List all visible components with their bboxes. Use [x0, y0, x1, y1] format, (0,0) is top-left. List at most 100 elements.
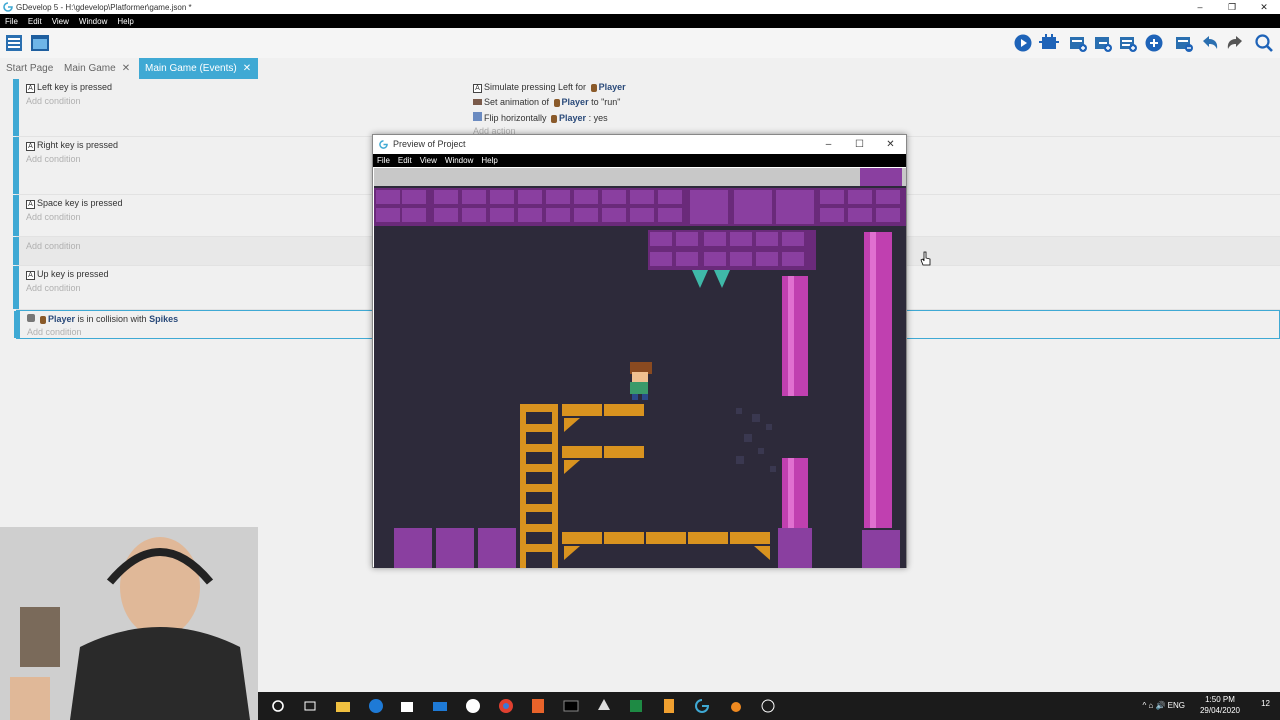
key-name: Up [37, 269, 49, 279]
windows-taskbar: ^ ⌂ 🔊 ENG 1:50 PM 29/04/2020 12 [258, 692, 1280, 720]
preview-close-button[interactable]: ✕ [875, 135, 906, 154]
restore-button[interactable]: ❐ [1216, 0, 1248, 14]
add-subevent-icon[interactable] [1092, 32, 1114, 54]
debugger-icon[interactable] [1038, 32, 1060, 54]
action-set-animation[interactable]: Set animation of Player to "run" [473, 97, 620, 107]
event-handle[interactable] [13, 237, 19, 265]
event-handle[interactable] [14, 311, 20, 338]
preview-menu-edit[interactable]: Edit [394, 156, 416, 165]
close-tab-icon[interactable]: ✕ [243, 63, 251, 74]
add-event-icon[interactable] [1067, 32, 1089, 54]
webcam-image [0, 527, 258, 720]
condition-space-key[interactable]: A Space key is pressed [26, 198, 123, 209]
menu-window[interactable]: Window [74, 17, 112, 26]
player-icon [553, 98, 560, 107]
tab-label: Main Game [64, 63, 116, 74]
add-condition-link[interactable]: Add condition [26, 96, 81, 106]
collision-icon [27, 314, 35, 322]
condition-right-key[interactable]: A Right key is pressed [26, 140, 118, 151]
preview-menu-bar: File Edit View Window Help [373, 154, 906, 167]
blender-icon[interactable] [727, 698, 743, 714]
add-condition-link[interactable]: Add condition [26, 154, 81, 164]
preview-maximize-button[interactable]: ☐ [844, 135, 875, 154]
event-left-key[interactable]: A Left key is pressed Add condition A Simu… [13, 79, 1280, 137]
add-more-icon[interactable] [1143, 32, 1165, 54]
event-handle[interactable] [13, 79, 19, 136]
delete-event-icon[interactable] [1173, 32, 1195, 54]
top-strip [374, 168, 906, 186]
store-icon[interactable] [399, 698, 415, 714]
condition-up-key[interactable]: A Up key is pressed [26, 269, 109, 280]
action-text: Simulate pressing Left for [484, 82, 589, 92]
menu-help[interactable]: Help [112, 17, 138, 26]
player-character [630, 362, 652, 400]
preview-window[interactable]: Preview of Project – ☐ ✕ File Edit View … [372, 134, 907, 568]
app-title-bar: GDevelop 5 - H:\gdevelop\Platformer\game… [0, 0, 1280, 14]
undo-icon[interactable] [1199, 32, 1221, 54]
gdevelop-icon[interactable] [694, 698, 710, 714]
xbox-icon[interactable] [465, 698, 481, 714]
scene-icon[interactable] [29, 32, 51, 54]
tab-start-page[interactable]: Start Page [0, 58, 59, 79]
menu-bar: File Edit View Window Help [0, 14, 1280, 28]
tab-main-game-events[interactable]: Main Game (Events) ✕ [139, 58, 258, 79]
webcam-overlay [0, 527, 258, 720]
redo-icon[interactable] [1224, 32, 1246, 54]
task-view-icon[interactable] [302, 698, 318, 714]
preview-title-bar[interactable]: Preview of Project – ☐ ✕ [373, 135, 906, 154]
add-condition-link[interactable]: Add condition [26, 283, 81, 293]
taskbar-clock[interactable]: 1:50 PM 29/04/2020 [1200, 694, 1240, 716]
action-text: Flip horizontally [484, 113, 550, 123]
mail-icon[interactable] [432, 698, 448, 714]
preview-menu-view[interactable]: View [416, 156, 441, 165]
condition-left-key[interactable]: A Left key is pressed [26, 82, 112, 93]
game-canvas[interactable] [374, 168, 906, 568]
preview-play-icon[interactable] [1012, 32, 1034, 54]
notification-icon[interactable]: 12 [1261, 699, 1270, 708]
condition-text: key is pressed [48, 269, 109, 279]
preview-minimize-button[interactable]: – [813, 135, 844, 154]
event-handle[interactable] [13, 137, 19, 194]
event-handle[interactable] [13, 195, 19, 236]
gdevelop-logo-icon [379, 140, 388, 149]
condition-text: key is pressed [52, 82, 113, 92]
cortana-icon[interactable] [270, 698, 286, 714]
preview-menu-help[interactable]: Help [477, 156, 501, 165]
preview-menu-file[interactable]: File [373, 156, 394, 165]
project-manager-icon[interactable] [3, 32, 25, 54]
sublime-icon[interactable] [661, 698, 677, 714]
clock-app-icon[interactable] [760, 698, 776, 714]
file-explorer-icon[interactable] [335, 698, 351, 714]
gdevelop-logo-icon [3, 2, 13, 12]
menu-file[interactable]: File [0, 17, 23, 26]
excel-icon[interactable] [628, 698, 644, 714]
minimize-button[interactable]: – [1184, 0, 1216, 14]
condition-collision[interactable]: Player is in collision with Spikes [27, 314, 178, 324]
keyboard-icon: A [473, 84, 482, 93]
player-icon [551, 114, 558, 123]
edge-icon[interactable] [368, 698, 384, 714]
add-condition-link[interactable]: Add condition [26, 241, 81, 251]
add-comment-icon[interactable] [1117, 32, 1139, 54]
add-condition-link[interactable]: Add condition [26, 212, 81, 222]
key-name: Right [37, 140, 59, 150]
terminal-icon[interactable] [563, 698, 579, 714]
close-button[interactable]: ✕ [1248, 0, 1280, 14]
system-tray[interactable]: ^ ⌂ 🔊 ENG [1142, 701, 1185, 710]
preview-menu-window[interactable]: Window [441, 156, 477, 165]
search-icon[interactable] [1253, 32, 1275, 54]
close-tab-icon[interactable]: ✕ [122, 63, 130, 74]
orange-platforms [562, 404, 770, 560]
menu-edit[interactable]: Edit [23, 17, 47, 26]
office-icon[interactable] [530, 698, 546, 714]
add-condition-link[interactable]: Add condition [27, 327, 82, 337]
action-simulate-left[interactable]: A Simulate pressing Left for Player [473, 82, 626, 93]
player-icon [590, 83, 597, 92]
event-handle[interactable] [13, 266, 19, 309]
menu-view[interactable]: View [47, 17, 74, 26]
action-flip-horizontally[interactable]: Flip horizontally Player : yes [473, 112, 608, 123]
tab-main-game[interactable]: Main Game ✕ [58, 58, 136, 79]
inkscape-icon[interactable] [596, 698, 612, 714]
keyboard-icon: A [26, 271, 35, 280]
chrome-icon[interactable] [498, 698, 514, 714]
